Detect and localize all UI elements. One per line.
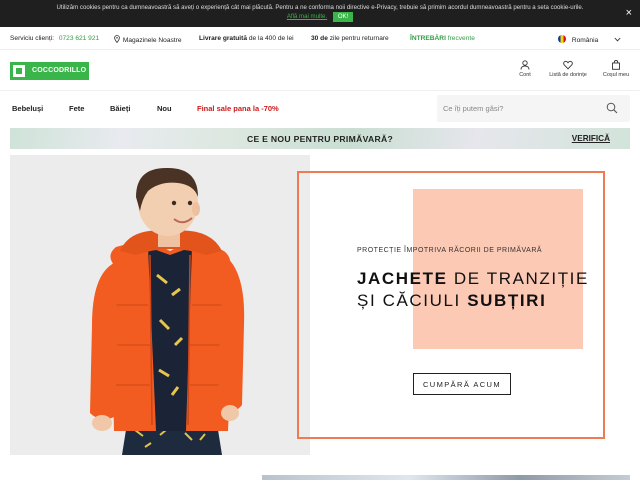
hero-headline-rest2: ȘI CĂCIULI [357,291,468,310]
hero-headline-line2: ȘI CĂCIULI SUBȚIRI [357,291,546,311]
returns-info: 30 de zile pentru returnare [311,35,389,42]
search-input[interactable] [443,102,603,115]
shopping-bag-icon [612,60,620,70]
free-delivery-info: Livrare gratuită de la 400 de lei [199,35,294,42]
map-pin-icon [114,35,120,44]
free-delivery-rest: de la 400 de lei [248,35,294,42]
chevron-down-icon [614,37,621,42]
shop-now-button[interactable]: CUMPĂRĂ ACUM [413,373,511,395]
returns-rest: zile pentru returnare [329,35,389,42]
hero-headline-bold2: SUBȚIRI [467,291,547,310]
wishlist-button[interactable]: Listă de dorințe [545,60,591,78]
nav-item-nou[interactable]: Nou [157,104,172,113]
cookie-actions: Află mai multe. OK! [0,12,640,22]
cookie-ok-button[interactable]: OK! [332,12,354,22]
promo-check-link[interactable]: VERIFICĂ [572,134,610,143]
customer-service: Serviciu clienți: 0723 621 921 [10,35,99,42]
close-icon[interactable]: × [626,7,632,19]
customer-service-phone[interactable]: 0723 621 921 [59,35,99,42]
boy-in-orange-jacket-illustration [10,155,310,455]
wishlist-label: Listă de dorințe [549,72,587,78]
cookie-consent-bar: Utilizăm cookies pentru ca dumneavoastră… [0,0,640,27]
account-button[interactable]: Cont [514,60,536,78]
main-nav: Bebeluși Fete Băieți Nou Final sale pana… [0,92,640,126]
faq-bold: ÎNTREBĂRI [410,35,446,42]
cart-button[interactable]: Coșul meu [600,60,632,78]
promo-banner[interactable]: CE E NOU PENTRU PRIMĂVARĂ? VERIFICĂ [10,128,630,149]
nav-item-fete[interactable]: Fete [69,104,84,113]
stores-label: Magazinele Noastre [122,37,182,44]
free-delivery-bold: Livrare gratuită [199,35,248,42]
search-box [437,95,630,122]
cookie-consent-text: Utilizăm cookies pentru ca dumneavoastră… [56,4,584,11]
site-header: COCCODRILLO Cont Listă de dorințe Coșul … [0,51,640,91]
account-label: Cont [519,72,531,78]
stores-link[interactable]: Magazinele Noastre [114,35,182,44]
hero-eyebrow: PROTECȚIE ÎMPOTRIVA RĂCORII DE PRIMĂVARĂ [357,247,543,254]
hero-headline-rest1: DE TRANZIȚIE [447,269,589,288]
user-icon [520,60,530,70]
top-info-bar: Serviciu clienți: 0723 621 921 Magazinel… [0,28,640,50]
brand-logo[interactable]: COCCODRILLO [10,62,89,80]
country-selector[interactable]: România [558,35,621,44]
faq-link[interactable]: ÎNTREBĂRI frecvente [410,35,475,42]
search-icon[interactable] [606,102,618,114]
nav-item-sale[interactable]: Final sale pana la -70% [197,104,279,113]
hero-headline-bold1: JACHETE [357,269,448,288]
nav-item-bebelusi[interactable]: Bebeluși [12,104,43,113]
heart-icon [563,60,573,70]
cart-label: Coșul meu [602,72,630,78]
logo-text: COCCODRILLO [32,67,87,74]
logo-mark-icon [13,65,25,77]
hero-image[interactable] [10,155,310,455]
customer-service-label: Serviciu clienți: [10,35,54,42]
returns-bold: 30 de [311,35,328,42]
nav-item-baieti[interactable]: Băieți [110,104,130,113]
romania-flag-icon [558,35,566,43]
promo-text: CE E NOU PENTRU PRIMĂVARĂ? [246,134,394,144]
hero-headline-line1: JACHETE DE TRANZIȚIE [357,269,589,289]
next-banner-preview[interactable] [262,475,630,480]
country-label: România [571,37,599,44]
cookie-more-link[interactable]: Află mai multe. [287,13,327,20]
faq-rest: frecvente [447,35,475,42]
